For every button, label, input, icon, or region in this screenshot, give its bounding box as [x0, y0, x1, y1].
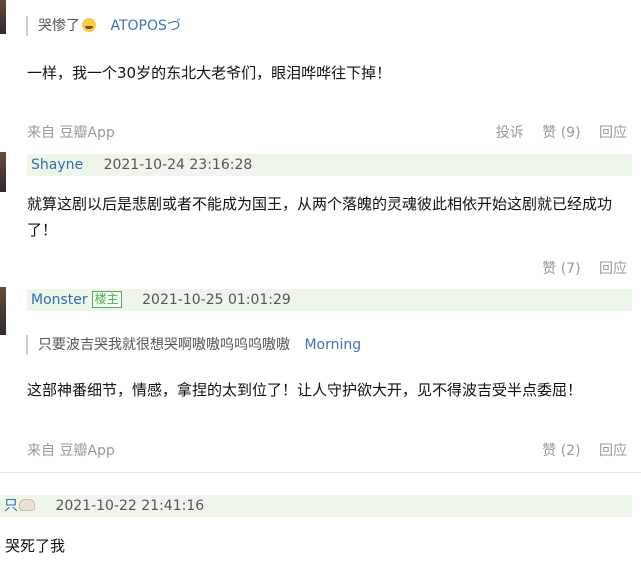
- avatar[interactable]: [0, 152, 6, 192]
- timestamp: 2021-10-22 21:41:16: [55, 498, 205, 514]
- crying-emoji-icon: [82, 18, 96, 32]
- reply-button[interactable]: 回应: [599, 443, 627, 459]
- source-label: 来自 豆瓣App: [27, 125, 115, 141]
- like-button[interactable]: 赞 (9): [542, 125, 580, 141]
- comment-meta: Shayne 2021-10-24 23:16:28: [27, 154, 632, 176]
- quote-author-link[interactable]: Morning: [304, 337, 361, 353]
- quote-text: 只要波吉哭我就很想哭啊嗷嗷呜呜呜嗷嗷: [38, 337, 290, 353]
- timestamp: 2021-10-25 01:01:29: [142, 292, 291, 308]
- reply-button[interactable]: 回应: [599, 261, 627, 277]
- quoted-comment: 哭惨了 ATOPOSづ: [26, 16, 181, 36]
- avatar[interactable]: [0, 0, 6, 34]
- avatar[interactable]: [0, 287, 6, 335]
- username-link[interactable]: 只: [4, 498, 35, 514]
- divider: [0, 472, 641, 473]
- timestamp: 2021-10-24 23:16:28: [103, 157, 253, 173]
- comment-footer: 来自 豆瓣App 投诉 赞 (9) 回应: [27, 123, 627, 143]
- comment-body: 一样，我一个30岁的东北大老爷们，眼泪哗哗往下掉！: [27, 64, 392, 82]
- like-button[interactable]: 赞 (2): [542, 443, 580, 459]
- comment-body: 这部神番细节，情感，拿捏的太到位了！让人守护欲大开，见不得波吉受半点委屈！: [27, 381, 583, 399]
- quote-author-link[interactable]: ATOPOSづ: [110, 18, 180, 34]
- sheep-icon: [19, 499, 35, 511]
- comment-meta: 只 2021-10-22 21:41:16: [0, 495, 632, 517]
- report-link[interactable]: 投诉: [496, 125, 524, 141]
- comment-body: 哭死了我: [5, 537, 66, 555]
- username-link[interactable]: Monster: [31, 292, 88, 308]
- source-label: 来自 豆瓣App: [27, 443, 115, 459]
- like-button[interactable]: 赞 (7): [542, 261, 580, 277]
- comment-meta: Monster 楼主 2021-10-25 01:01:29: [27, 289, 632, 311]
- quote-text: 哭惨了: [38, 18, 80, 34]
- quoted-comment: 只要波吉哭我就很想哭啊嗷嗷呜呜呜嗷嗷 Morning: [26, 335, 361, 355]
- reply-button[interactable]: 回应: [599, 125, 627, 141]
- comment-footer: 来自 豆瓣App 赞 (2) 回应: [27, 441, 627, 461]
- username-link[interactable]: Shayne: [31, 157, 83, 173]
- comment-body: 就算这剧以后是悲剧或者不能成为国王，从两个落魄的灵魂彼此相依开始这剧就已经成功了…: [27, 195, 613, 239]
- owner-badge: 楼主: [91, 291, 122, 308]
- comment-thread: 哭惨了 ATOPOSづ 一样，我一个30岁的东北大老爷们，眼泪哗哗往下掉！ 来自…: [0, 0, 641, 565]
